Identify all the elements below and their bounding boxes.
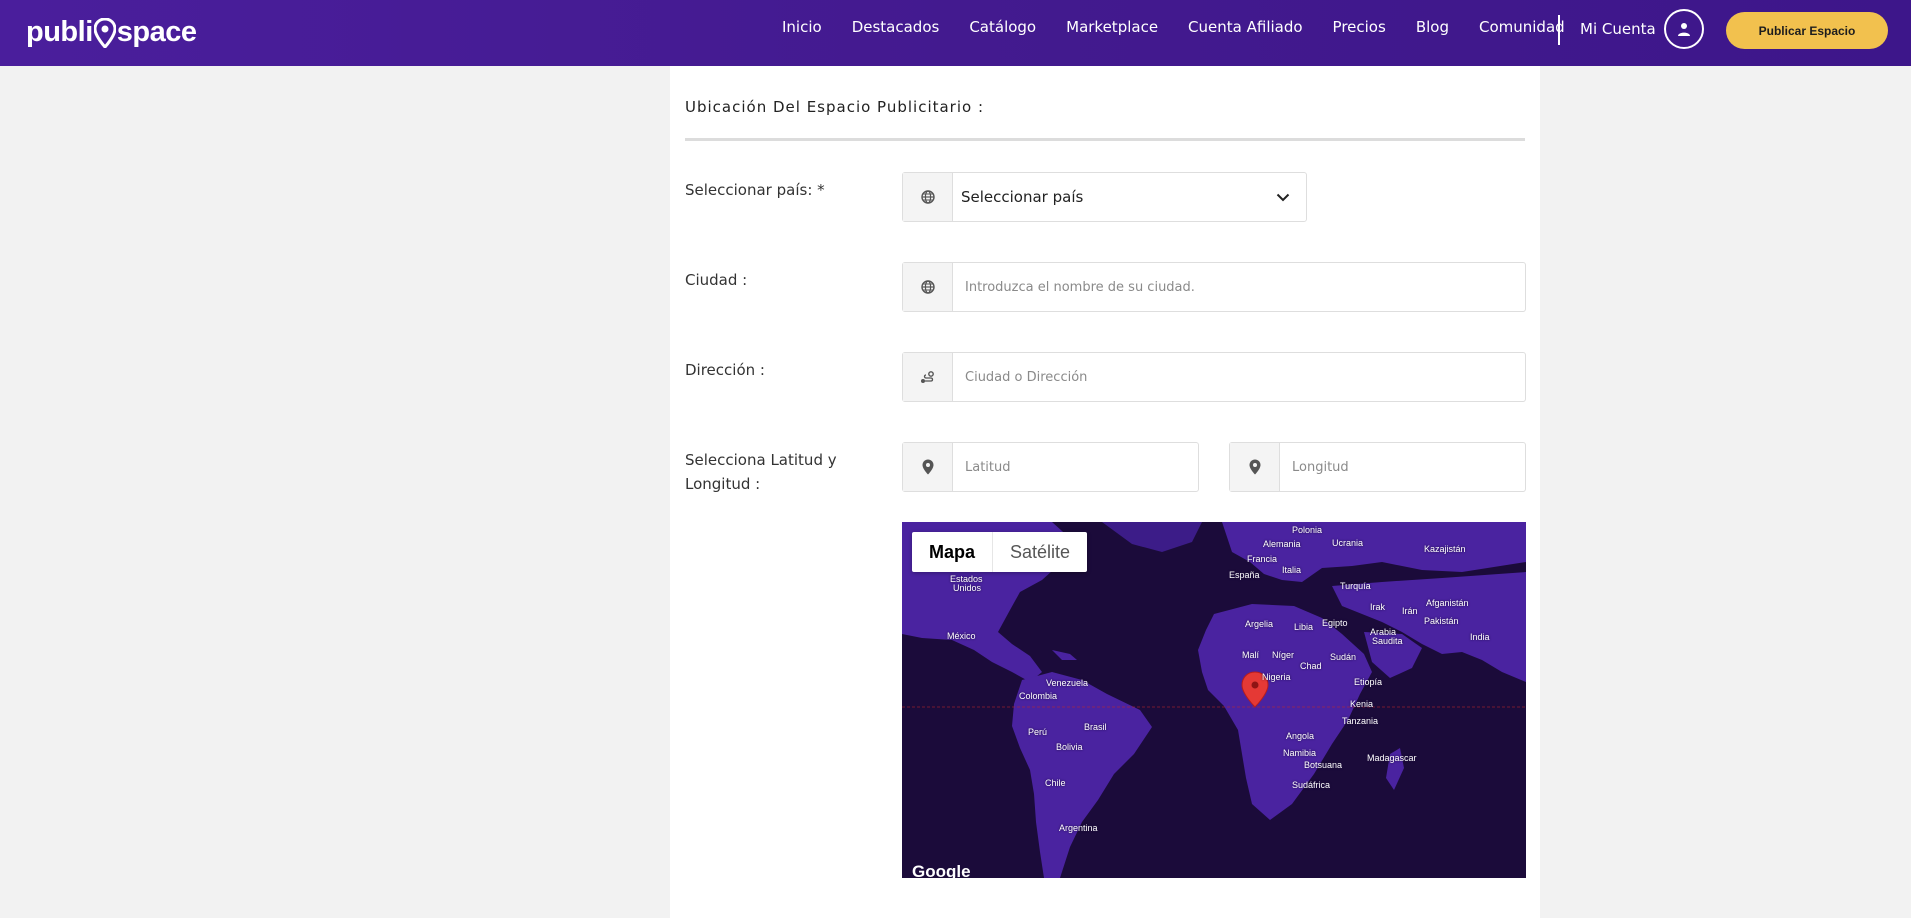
map-label: Alemania (1263, 539, 1301, 549)
map-label: Turquía (1340, 581, 1371, 591)
chevron-down-icon (1260, 173, 1306, 221)
map-label: Níger (1272, 650, 1295, 660)
map-label: Perú (1028, 727, 1048, 737)
map-label: Kenia (1350, 699, 1374, 709)
globe-icon (903, 173, 953, 221)
nav-links: Inicio Destacados Catálogo Marketplace C… (782, 0, 1595, 54)
map-label: Namibia (1283, 748, 1317, 758)
longitude-field (1229, 442, 1526, 492)
map-label: Nigeria (1262, 672, 1291, 682)
latlng-label-line2: Longitud : (685, 475, 761, 493)
map-label: Sudáfrica (1292, 780, 1331, 790)
map-label: Afganistán (1426, 598, 1469, 608)
map-label: Chad (1300, 661, 1322, 671)
map-label: Venezuela (1046, 678, 1089, 688)
country-select-value: Seleccionar país (961, 188, 1084, 206)
map-label: Botsuana (1304, 760, 1343, 770)
map-label: Chile (1045, 778, 1066, 788)
nav-link-inicio[interactable]: Inicio (782, 18, 822, 36)
google-attribution[interactable]: Google (912, 862, 971, 878)
map-label: México (947, 631, 976, 641)
nav-link-destacados[interactable]: Destacados (852, 18, 940, 36)
nav-link-comunidad[interactable]: Comunidad (1479, 18, 1565, 36)
latitude-input[interactable] (953, 443, 1198, 491)
map-label: Irán (1402, 606, 1418, 616)
latlng-label-line1: Selecciona Latitud y (685, 451, 837, 469)
address-input[interactable] (953, 353, 1525, 401)
map-label: Etiopía (1354, 677, 1383, 687)
globe-icon (903, 263, 953, 311)
nav-link-precios[interactable]: Precios (1333, 18, 1386, 36)
location-form-panel: Ubicación Del Espacio Publicitario : Sel… (670, 66, 1540, 918)
section-title: Ubicación Del Espacio Publicitario : (685, 98, 985, 116)
map-label: Angola (1286, 731, 1315, 741)
map-label: Brasil (1084, 722, 1107, 732)
map-label: Malí (1242, 650, 1260, 660)
map-label: Tanzania (1342, 716, 1379, 726)
map-label: Ucrania (1332, 538, 1364, 548)
section-divider (685, 138, 1525, 141)
map-label: Polonia (1292, 525, 1323, 535)
map-label: Irak (1370, 602, 1386, 612)
latitude-field (902, 442, 1199, 492)
map-label: Colombia (1019, 691, 1058, 701)
country-label: Seleccionar país: * (685, 181, 825, 199)
map-marker-icon (903, 443, 953, 491)
map-label: Argentina (1059, 823, 1098, 833)
logo-text-right: space (116, 15, 197, 48)
map-marker-icon (1230, 443, 1280, 491)
user-icon[interactable] (1663, 9, 1704, 49)
satellite-tab-button[interactable]: Satélite (992, 532, 1087, 572)
map-label: Egipto (1322, 618, 1348, 628)
account-label: Mi Cuenta (1580, 20, 1656, 38)
nav-link-blog[interactable]: Blog (1416, 18, 1449, 36)
map-label: Unidos (953, 583, 982, 593)
map-label: España (1229, 570, 1260, 580)
account-menu[interactable]: Mi Cuenta (1580, 8, 1704, 50)
map-tab-button[interactable]: Mapa (912, 532, 992, 572)
route-icon (903, 353, 953, 401)
map-type-toggle: Mapa Satélite (912, 532, 1088, 572)
map-label: Madagascar (1367, 753, 1417, 763)
longitude-input[interactable] (1280, 443, 1525, 491)
country-select[interactable]: Seleccionar país (902, 172, 1307, 222)
top-navbar: publi space Inicio Destacados Catálogo M… (0, 0, 1911, 66)
map-label: Sudán (1330, 652, 1357, 662)
publish-space-button[interactable]: Publicar Espacio (1726, 12, 1888, 49)
map-label: Italia (1282, 565, 1302, 575)
location-map[interactable]: Mapa Satélite Polonia Ucrania Alemania F… (902, 522, 1526, 878)
nav-link-cuenta-afiliado[interactable]: Cuenta Afiliado (1188, 18, 1303, 36)
nav-link-catalogo[interactable]: Catálogo (969, 18, 1036, 36)
map-label: Argelia (1245, 619, 1274, 629)
logo-text-left: publi (26, 15, 93, 48)
latlng-label: Selecciona Latitud y Longitud : (685, 448, 837, 496)
city-input[interactable] (953, 263, 1525, 311)
map-label: Francia (1247, 554, 1278, 564)
address-field (902, 352, 1526, 402)
city-label: Ciudad : (685, 271, 748, 289)
nav-divider (1558, 15, 1560, 45)
map-label: Pakistán (1424, 616, 1459, 626)
address-label: Dirección : (685, 361, 765, 379)
nav-link-marketplace[interactable]: Marketplace (1066, 18, 1158, 36)
brand-logo[interactable]: publi space (26, 12, 197, 52)
map-label: India (1470, 632, 1490, 642)
map-label: Bolivia (1056, 742, 1083, 752)
location-pin-icon (93, 17, 117, 50)
map-label: Saudita (1372, 636, 1403, 646)
map-label: Libia (1294, 622, 1314, 632)
map-label: Kazajistán (1424, 544, 1466, 554)
city-field (902, 262, 1526, 312)
map-landmasses (902, 522, 1526, 878)
